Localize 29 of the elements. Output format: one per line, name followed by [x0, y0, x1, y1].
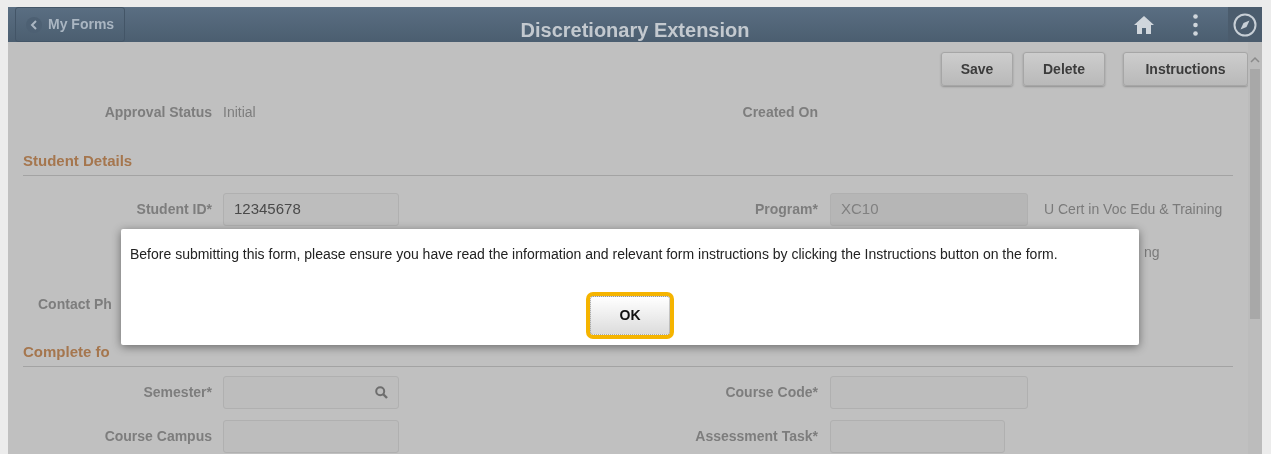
back-icon — [26, 16, 42, 33]
dialog-message: Before submitting this form, please ensure you have read the information and relevant form instructions by clicking the Instructions button on the form. — [129, 245, 1059, 264]
toolbar-button[interactable]: Save — [941, 52, 1013, 86]
field-value: Initial — [223, 102, 257, 122]
input-field[interactable]: 12345678 — [223, 192, 399, 226]
field-label: Approval Status — [104, 102, 212, 122]
section-heading: Complete fo — [23, 341, 110, 362]
field-label: Contact Ph — [38, 295, 112, 314]
more-options-icon[interactable] — [1193, 13, 1198, 36]
field-label: Created On — [742, 102, 818, 122]
ok-button[interactable]: OK — [590, 296, 670, 335]
search-icon[interactable] — [375, 386, 388, 399]
scroll-up-icon[interactable] — [1250, 56, 1260, 63]
field-label: Course Campus — [104, 426, 212, 446]
field-label: Semester* — [143, 383, 212, 402]
field-description: U Cert in Voc Edu & Training — [1044, 199, 1223, 219]
toolbar-button[interactable]: Delete — [1023, 52, 1105, 86]
section-heading: Student Details — [23, 150, 133, 171]
field-label: Course Code* — [725, 383, 818, 402]
scrollbar[interactable] — [1248, 42, 1262, 454]
field-label: Program* — [754, 199, 818, 219]
page-title: Discretionary Extension — [519, 18, 751, 43]
home-icon[interactable] — [1133, 14, 1155, 35]
field-label: Student ID* — [136, 199, 212, 219]
field-description: ng — [1144, 242, 1160, 262]
toolbar-button[interactable]: Instructions — [1123, 52, 1248, 86]
compass-icon[interactable] — [1233, 12, 1257, 37]
field-label: Assessment Task* — [695, 426, 818, 446]
input-field[interactable] — [223, 376, 399, 409]
